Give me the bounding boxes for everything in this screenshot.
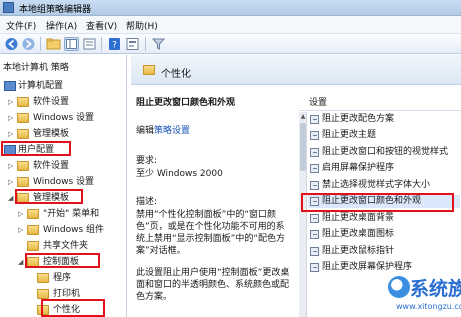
window-title: 本地组策略编辑器 — [19, 5, 92, 15]
edit-policy-link[interactable]: 策略设置 — [154, 126, 190, 136]
setting-row[interactable]: 启用屏幕保护程序 — [308, 162, 460, 175]
forward-arrow-icon[interactable] — [21, 37, 36, 51]
policy-setting-icon — [310, 263, 319, 272]
pane-header: 个性化 — [131, 55, 461, 85]
policy-setting-icon — [310, 148, 319, 157]
setting-row[interactable]: 阻止更改桌面图标 — [308, 228, 460, 241]
menu-view[interactable]: 查看(V) — [86, 19, 117, 32]
toolbar: ? — [0, 34, 461, 54]
menu-bar: 文件(F) 操作(A) 查看(V) 帮助(H) — [0, 16, 461, 34]
policy-setting-icon — [310, 181, 319, 190]
collapse-arrow-icon[interactable]: ◢ — [18, 258, 25, 266]
properties-icon[interactable] — [125, 37, 140, 51]
up-folder-icon[interactable] — [46, 37, 61, 51]
policy-setting-icon — [310, 247, 319, 256]
folder-icon — [27, 225, 39, 235]
toolbar-divider — [101, 37, 102, 51]
setting-row[interactable]: 阻止更改配色方案 — [308, 113, 460, 126]
folder-icon — [17, 113, 29, 123]
expand-arrow-icon[interactable]: ▷ — [8, 98, 15, 106]
policy-setting-icon — [310, 230, 319, 239]
pane-header-title: 个性化 — [161, 69, 191, 80]
expand-arrow-icon[interactable]: ▷ — [18, 226, 25, 234]
scrollbar-thumb[interactable] — [300, 123, 306, 171]
expand-arrow-icon[interactable]: ▷ — [8, 114, 15, 122]
folder-icon — [17, 177, 29, 187]
folder-icon — [17, 161, 29, 171]
highlight-control-panel — [25, 253, 100, 268]
settings-column-header[interactable]: 设置 — [309, 95, 327, 108]
requirement-value: 至少 Windows 2000 — [136, 169, 223, 179]
expand-arrow-icon[interactable]: ▷ — [8, 162, 15, 170]
setting-row[interactable]: 阻止更改主题 — [308, 129, 460, 142]
description-label: 描述: — [136, 197, 158, 207]
edit-prefix: 编辑 — [136, 126, 155, 136]
highlight-admin-templates — [15, 189, 83, 204]
show-tree-icon[interactable] — [64, 37, 79, 51]
svg-text:?: ? — [112, 41, 117, 51]
folder-icon — [143, 65, 155, 75]
toolbar-divider — [145, 37, 146, 51]
scroll-up-icon[interactable]: ▲ — [299, 112, 307, 121]
requirement-label: 要求: — [136, 156, 158, 166]
scrollbar[interactable]: ▲ — [299, 112, 307, 317]
setting-row[interactable]: 阻止更改鼠标指针 — [308, 245, 460, 258]
highlight-user-config — [1, 141, 71, 156]
watermark: 系统族 www.xitongzu.com — [388, 270, 461, 317]
computer-icon — [4, 81, 16, 91]
policy-setting-icon — [310, 164, 319, 173]
toolbar-divider — [40, 37, 41, 51]
setting-row[interactable]: 阻止更改桌面背景 — [308, 212, 460, 225]
app-icon — [3, 2, 14, 13]
menu-help[interactable]: 帮助(H) — [126, 19, 158, 32]
help-icon[interactable]: ? — [107, 37, 122, 51]
policy-setting-icon — [310, 131, 319, 140]
title-bar: 本地组策略编辑器 — [0, 0, 461, 16]
folder-icon — [27, 209, 39, 219]
column-divider — [299, 110, 461, 111]
watermark-text: 系统族 — [410, 278, 461, 300]
policy-setting-icon — [310, 214, 319, 223]
expand-arrow-icon[interactable]: ▷ — [8, 178, 15, 186]
menu-file[interactable]: 文件(F) — [6, 19, 36, 32]
filter-icon[interactable] — [151, 37, 166, 51]
collapse-arrow-icon[interactable]: ◢ — [8, 194, 15, 202]
highlight-selected-setting — [301, 193, 454, 212]
menu-action[interactable]: 操作(A) — [46, 19, 77, 32]
back-arrow-icon[interactable] — [4, 37, 19, 51]
edit-policy-line: 编辑策略设置 — [136, 125, 190, 137]
expand-arrow-icon[interactable]: ▷ — [18, 210, 25, 218]
folder-icon — [27, 241, 39, 251]
highlight-personalization — [41, 299, 105, 317]
export-list-icon[interactable] — [82, 37, 97, 51]
watermark-url: www.xitongzu.com — [396, 302, 461, 311]
description-text-2: 此设置阻止用户使用“控制面板”更改桌面和窗口的半透明颜色、系统颜色或配色方案。 — [136, 268, 290, 302]
setting-row[interactable]: 禁止选择视觉样式字体大小 — [308, 179, 460, 192]
folder-icon — [37, 273, 49, 283]
folder-icon — [17, 129, 29, 139]
navigation-tree: 本地计算机 策略 计算机配置 ▷ 软件设置 ▷ Windows 设置 ▷ 管理模… — [0, 55, 127, 317]
setting-row[interactable]: 阻止更改窗口和按钮的视觉样式 — [308, 146, 460, 159]
folder-icon — [37, 289, 49, 299]
policy-setting-icon — [310, 115, 319, 124]
watermark-logo-icon — [388, 276, 410, 298]
description-text: 禁用“个性化控制面板”中的“窗口颜色”页，或是在个性化功能不可用的系统上禁用“显… — [136, 210, 285, 256]
policy-title: 阻止更改窗口颜色和外观 — [136, 98, 236, 108]
folder-icon — [17, 97, 29, 107]
expand-arrow-icon[interactable]: ▷ — [8, 130, 15, 138]
